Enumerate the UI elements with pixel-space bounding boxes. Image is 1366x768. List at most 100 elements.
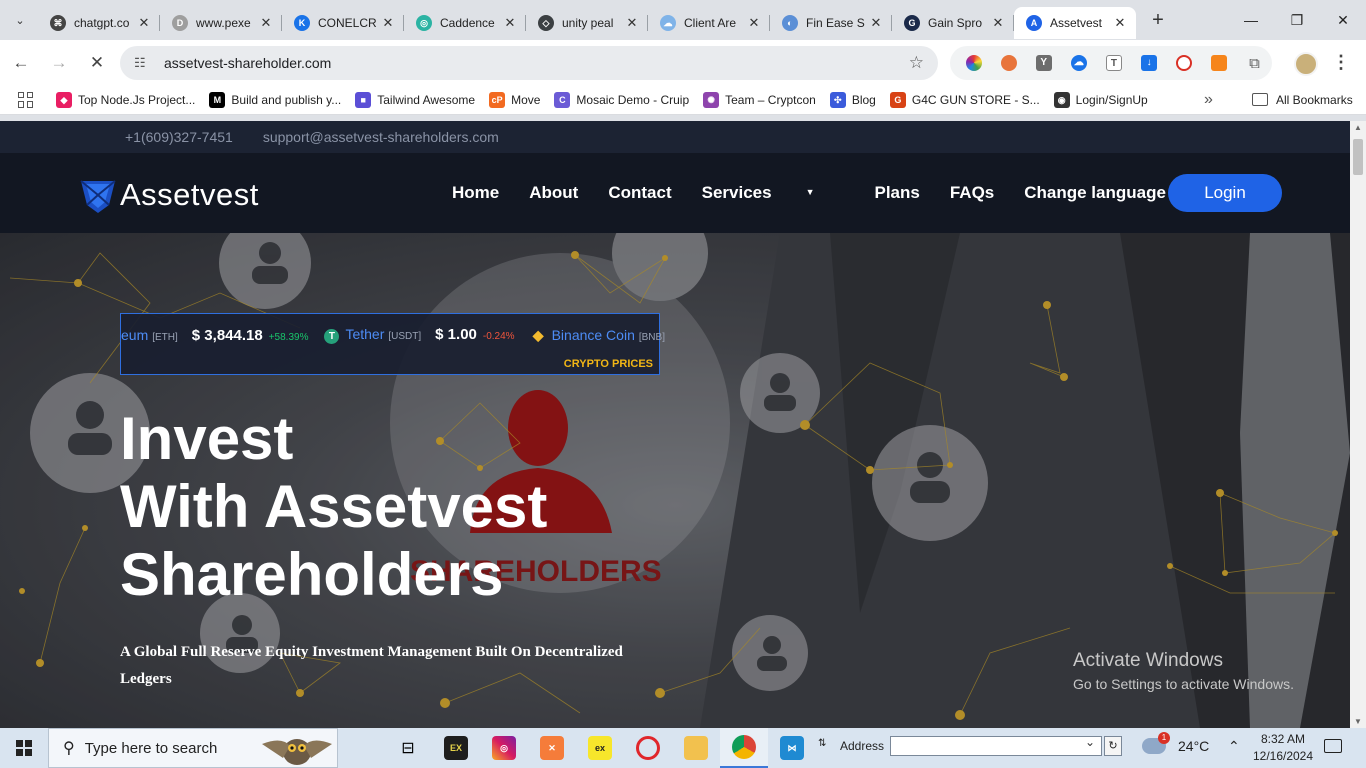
cloud-extension-icon[interactable]: ☁ xyxy=(1061,46,1096,80)
browser-tab[interactable]: G Gain Spro ✕ xyxy=(892,7,1014,39)
bookmark-item[interactable]: ✣ Blog xyxy=(829,91,876,108)
tab-title: Client Are xyxy=(684,16,737,30)
binance-icon: ◆ xyxy=(532,327,544,343)
login-button[interactable]: Login xyxy=(1168,174,1282,212)
bookmark-item[interactable]: M Build and publish y... xyxy=(209,91,341,108)
bookmarks-overflow-button[interactable]: » xyxy=(1204,91,1213,109)
color-picker-extension-icon[interactable] xyxy=(956,46,991,80)
file-explorer-icon[interactable] xyxy=(672,728,720,768)
minimize-button[interactable]: — xyxy=(1228,0,1274,40)
address-bar[interactable]: ☷ assetvest-shareholder.com ☆ xyxy=(120,46,938,80)
tab-close-icon[interactable]: ✕ xyxy=(1112,15,1128,31)
nav-plans[interactable]: Plans xyxy=(874,183,919,203)
notification-icon[interactable] xyxy=(1324,739,1342,753)
bookmark-item[interactable]: G G4C GUN STORE - S... xyxy=(889,91,1040,108)
coin-change: -0.24% xyxy=(482,331,515,342)
close-window-button[interactable]: ✕ xyxy=(1320,0,1366,40)
tab-close-icon[interactable]: ✕ xyxy=(502,15,518,31)
more-menu-icon[interactable]: ⋮ xyxy=(1332,52,1350,73)
apps-grid-icon[interactable] xyxy=(18,91,34,108)
toolbar-scroll-icon[interactable]: ⇅ xyxy=(818,738,826,749)
scroll-thumb[interactable] xyxy=(1353,139,1363,175)
bookmark-label: G4C GUN STORE - S... xyxy=(911,92,1040,107)
xampp-icon[interactable]: ✕ xyxy=(528,728,576,768)
address-go-icon[interactable]: ↻ xyxy=(1104,736,1123,756)
instagram-icon[interactable]: ◎ xyxy=(480,728,528,768)
weather-widget[interactable]: 1 24°C xyxy=(1142,732,1209,754)
page-scrollbar[interactable]: ▲ ▼ xyxy=(1350,121,1366,728)
window-controls: — ❐ ✕ xyxy=(1228,0,1366,40)
windows-taskbar: ⚲ Type here to search ⊟ EX ◎ ✕ ex ⋈ ⇅ Ad… xyxy=(0,728,1366,768)
tab-close-icon[interactable]: ✕ xyxy=(868,15,884,31)
y-extension-icon[interactable]: Y xyxy=(1026,46,1061,80)
browser-tab[interactable]: Dwww.pexe ✕ xyxy=(160,7,282,39)
tab-close-icon[interactable]: ✕ xyxy=(624,15,640,31)
bookmark-item[interactable]: ✺ Team – Cryptcon xyxy=(703,91,816,108)
chevron-up-icon[interactable]: ⌃ xyxy=(1228,738,1240,755)
bookmark-item[interactable]: ◉ Login/SignUp xyxy=(1053,91,1148,108)
all-bookmarks-button[interactable]: All Bookmarks xyxy=(1252,93,1353,107)
tab-close-icon[interactable]: ✕ xyxy=(136,15,152,31)
system-clock[interactable]: 8:32 AM 12/16/2024 xyxy=(1250,731,1316,765)
browser-tab[interactable]: ⌘ chatgpt.co ✕ xyxy=(38,7,160,39)
profile-avatar[interactable] xyxy=(1294,52,1318,76)
vscode-icon[interactable]: ⋈ xyxy=(768,728,816,768)
logo-text: Assetvest xyxy=(120,177,259,212)
download-extension-icon[interactable]: ↓ xyxy=(1132,46,1167,80)
scroll-down-arrow-icon[interactable]: ▼ xyxy=(1354,717,1362,726)
nav-contact[interactable]: Contact xyxy=(608,183,671,203)
stop-loading-button[interactable]: ✕ xyxy=(80,46,114,80)
crypto-price-ticker[interactable]: eum [ETH] $ 3,844.18 +58.39% T Tether [USDT] $… xyxy=(120,313,665,375)
nav-home[interactable]: Home xyxy=(452,183,499,203)
puzzle-extensions-icon[interactable]: ⧉ xyxy=(1237,46,1272,80)
taskbar-search-box[interactable]: ⚲ Type here to search xyxy=(48,728,338,768)
scroll-up-arrow-icon[interactable]: ▲ xyxy=(1354,123,1362,132)
new-tab-button[interactable]: + xyxy=(1144,6,1172,34)
bookmark-item[interactable]: ■ Tailwind Awesome xyxy=(355,91,475,108)
nav-change-language[interactable]: Change language xyxy=(1024,183,1166,203)
browser-tab[interactable]: ◇ unity peal ✕ xyxy=(526,7,648,39)
text-extension-icon[interactable]: T xyxy=(1096,46,1131,80)
bookmark-item[interactable]: cP Move xyxy=(489,91,540,108)
tab-search-button[interactable]: ⌄ xyxy=(6,6,34,34)
bookmark-item[interactable]: C Mosaic Demo - Cruip xyxy=(554,91,689,108)
tab-close-icon[interactable]: ✕ xyxy=(380,15,396,31)
ticker-item: T Tether [USDT] $ 1.00 -0.24% xyxy=(308,326,515,344)
nav-about[interactable]: About xyxy=(529,183,578,203)
browser-tab[interactable]: K CONELCR ✕ xyxy=(282,7,404,39)
bookmark-item[interactable]: ◆ Top Node.Js Project... xyxy=(56,91,195,108)
tab-close-icon[interactable]: ✕ xyxy=(990,15,1006,31)
browser-tab[interactable]: ◐ Fin Ease S ✕ xyxy=(770,7,892,39)
chrome-taskbar-icon[interactable] xyxy=(720,728,768,768)
metamask-fox-icon[interactable] xyxy=(1202,46,1237,80)
back-button[interactable]: ← xyxy=(4,46,38,80)
tab-close-icon[interactable]: ✕ xyxy=(258,15,274,31)
start-button[interactable] xyxy=(0,728,48,768)
url-text[interactable]: assetvest-shareholder.com xyxy=(164,55,331,71)
tab-favicon-icon: K xyxy=(294,15,310,31)
folder-icon xyxy=(1252,93,1268,106)
opera-browser-icon[interactable] xyxy=(624,728,672,768)
site-logo[interactable]: Assetvest xyxy=(78,175,259,215)
browser-tab[interactable]: A Assetvest ✕ xyxy=(1014,7,1136,39)
windows-activation-watermark: Activate Windows Go to Settings to activ… xyxy=(1073,650,1294,692)
tab-close-icon[interactable]: ✕ xyxy=(746,15,762,31)
record-extension-icon[interactable] xyxy=(1167,46,1202,80)
bookmark-star-icon[interactable]: ☆ xyxy=(909,53,924,73)
address-input[interactable] xyxy=(890,735,1103,756)
phone-link[interactable]: +1(609)327-7451 xyxy=(125,129,233,145)
nav-services[interactable]: Services ▼ xyxy=(702,183,845,203)
contact-topbar: +1(609)327-7451 support@assetvest-shareh… xyxy=(0,121,1350,153)
site-info-icon[interactable]: ☷ xyxy=(134,55,150,71)
weather-badge: 1 xyxy=(1158,732,1170,744)
forward-button[interactable]: → xyxy=(42,46,76,80)
nav-faqs[interactable]: FAQs xyxy=(950,183,994,203)
exness-app-icon[interactable]: EX xyxy=(432,728,480,768)
exness-webapp-icon[interactable]: ex xyxy=(576,728,624,768)
task-view-icon[interactable]: ⊟ xyxy=(384,728,432,768)
browser-tab[interactable]: ☁ Client Are ✕ xyxy=(648,7,770,39)
email-link[interactable]: support@assetvest-shareholders.com xyxy=(263,129,499,145)
browser-tab[interactable]: ◎ Caddence ✕ xyxy=(404,7,526,39)
rooster-extension-icon[interactable] xyxy=(991,46,1026,80)
maximize-button[interactable]: ❐ xyxy=(1274,0,1320,40)
